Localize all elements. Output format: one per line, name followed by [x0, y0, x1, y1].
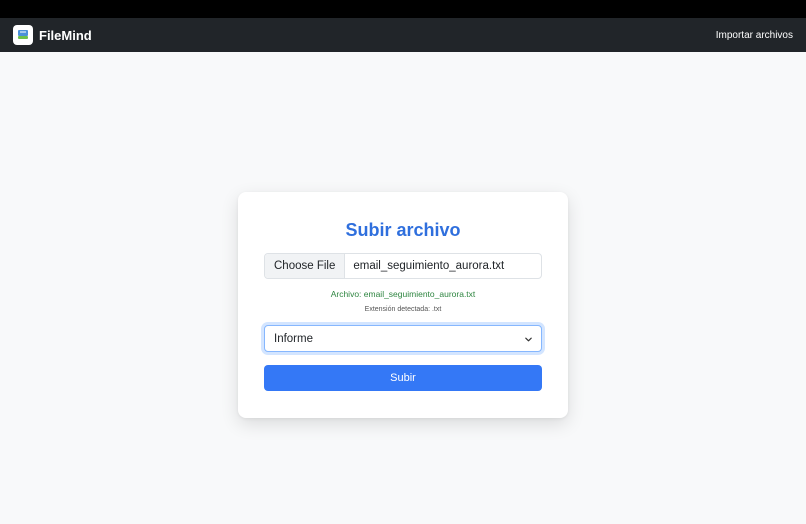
chevron-down-icon: [525, 337, 532, 342]
file-info-text: Archivo: email_seguimiento_aurora.txt: [330, 289, 476, 299]
navbar: FileMind Importar archivos: [0, 18, 806, 52]
top-bar: [0, 0, 806, 18]
document-type-select[interactable]: Informe: [264, 325, 542, 352]
brand-name: FileMind: [39, 27, 92, 43]
upload-title: Subir archivo: [345, 220, 461, 240]
file-input[interactable]: Choose File email_seguimiento_aurora.txt: [264, 253, 542, 279]
extension-info-text: Extensión detectada: .txt: [364, 306, 442, 313]
submit-button[interactable]: Subir: [264, 365, 542, 391]
document-type-value: Informe: [274, 332, 313, 345]
filemind-logo-icon: [13, 25, 33, 45]
brand-link[interactable]: FileMind: [13, 25, 92, 45]
selected-file-name: email_seguimiento_aurora.txt: [353, 260, 505, 272]
choose-file-button[interactable]: Choose File: [265, 254, 346, 278]
nav-link-importar-archivos[interactable]: Importar archivos: [716, 30, 793, 41]
